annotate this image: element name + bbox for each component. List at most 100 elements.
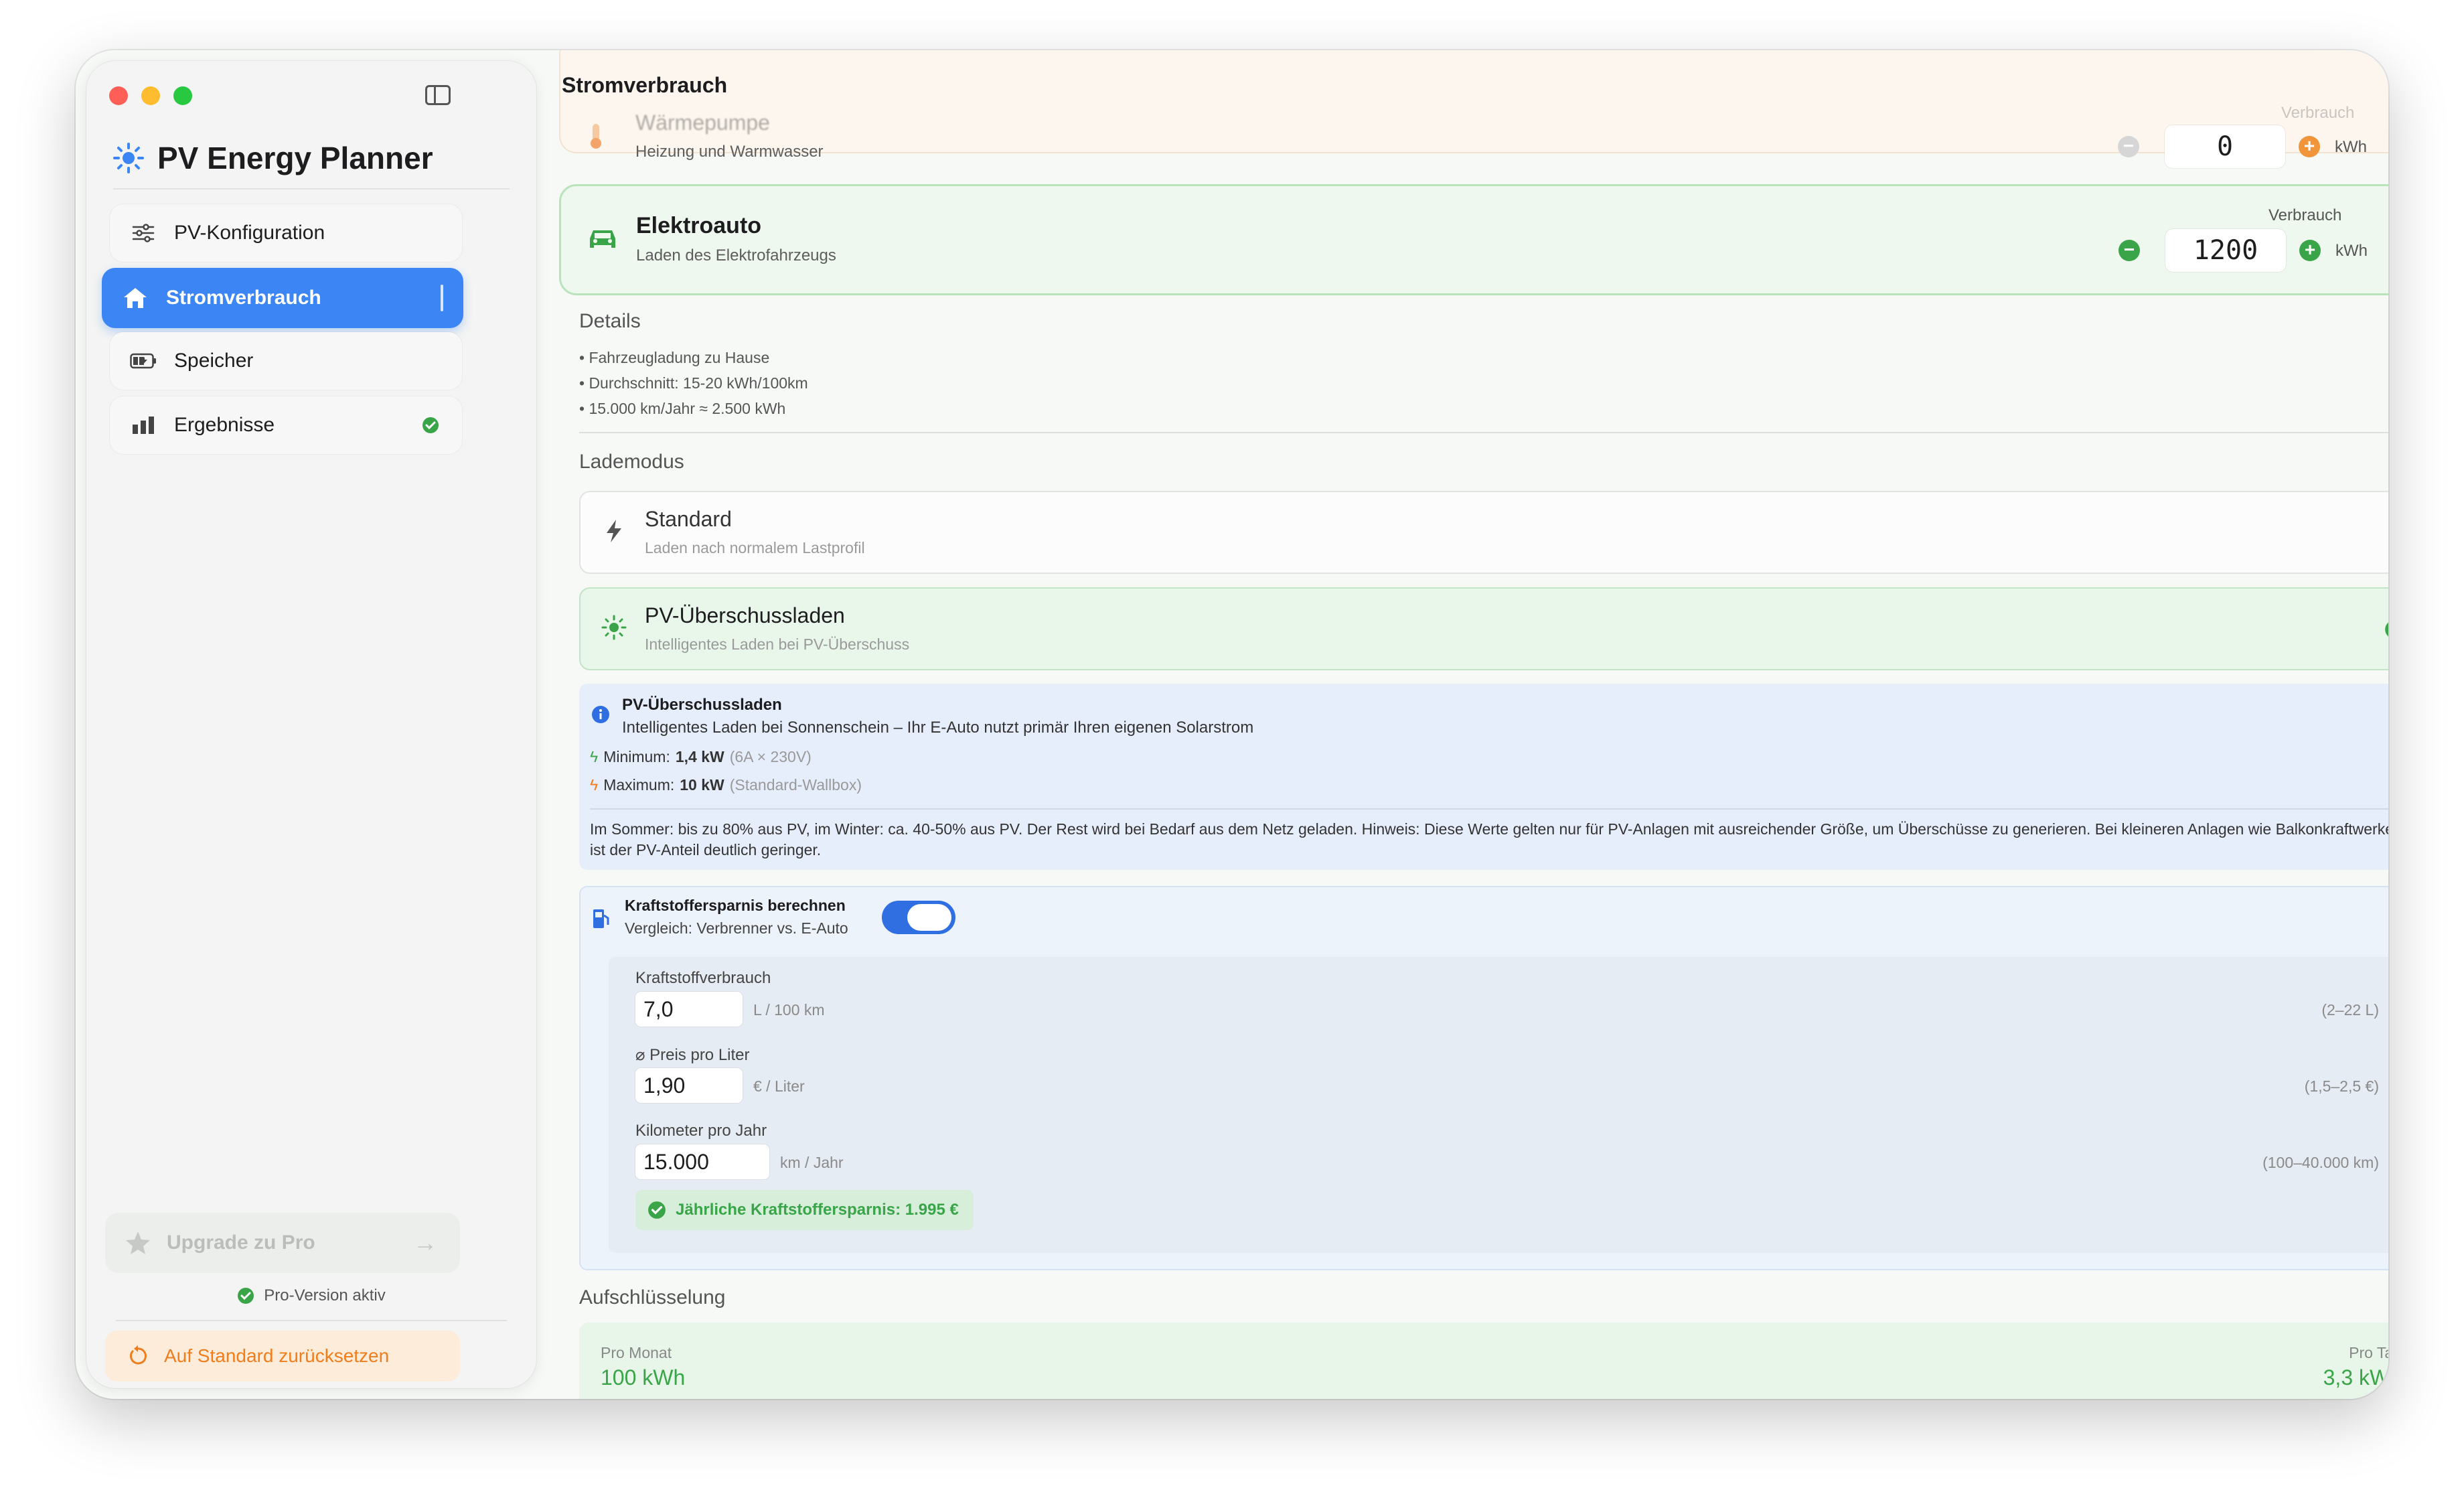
reset-icon <box>130 1345 147 1365</box>
breakdown-card: Pro Monat 100 kWh Pro Tag 3,3 kWh <box>579 1323 2388 1399</box>
divider <box>116 1320 507 1321</box>
main-content: Stromverbrauch Wärmepumpe Heizung und Wa… <box>544 50 2388 1399</box>
sidebar-item-ergebnisse[interactable]: Ergebnisse <box>110 396 462 454</box>
details-item: • 15.000 km/Jahr ≈ 2.500 kWh <box>579 400 786 417</box>
details-heading: Details <box>579 310 641 332</box>
sidebar-item-stromverbrauch[interactable]: Stromverbrauch <box>102 268 463 328</box>
km-per-year-range: (100–40.000 km) <box>2262 1154 2379 1171</box>
price-per-liter-range: (1,5–2,5 €) <box>2304 1077 2379 1095</box>
info-minimum-row: ϟ Minimum: 1,4 kW (6A × 230V) <box>590 748 812 766</box>
heatpump-decrement-button[interactable]: − <box>2118 136 2139 157</box>
heatpump-title: Wärmepumpe <box>635 110 770 135</box>
km-per-year-unit: km / Jahr <box>780 1154 844 1171</box>
sidebar-item-label: Ergebnisse <box>174 414 275 436</box>
per-day-value: 3,3 kWh <box>2323 1365 2388 1390</box>
ev-increment-button[interactable]: + <box>2299 240 2321 261</box>
charging-mode-standard-option[interactable]: Standard Laden nach normalem Lastprofil <box>579 491 2388 574</box>
app-header: PV Energy Planner <box>113 140 433 176</box>
app-window: PV Energy Planner PV-Konfiguration Strom… <box>76 50 2388 1399</box>
breakdown-heading: Aufschlüsselung <box>579 1286 726 1308</box>
info-paragraph: Im Sommer: bis zu 80% aus PV, im Winter:… <box>590 820 2388 858</box>
check-circle-icon <box>422 417 439 433</box>
fuel-inputs-panel: Kraftstoffverbrauch 7,0 L / 100 km (2–22… <box>609 957 2388 1253</box>
info-title: PV-Überschussladen <box>622 696 782 714</box>
km-per-year-label: Kilometer pro Jahr <box>635 1122 767 1140</box>
upgrade-button[interactable]: Upgrade zu Pro → <box>105 1213 460 1273</box>
details-list: • Fahrzeugladung zu Hause • Durchschnitt… <box>579 345 808 421</box>
divider <box>113 188 510 190</box>
fuel-subtitle: Vergleich: Verbrenner vs. E-Auto <box>625 919 848 937</box>
check-circle-icon <box>648 1201 666 1219</box>
fuel-pump-icon <box>593 909 609 928</box>
page-title: Stromverbrauch <box>562 73 728 97</box>
pro-status: Pro-Version aktiv <box>86 1286 536 1305</box>
upgrade-label: Upgrade zu Pro <box>167 1231 315 1254</box>
min-note: (6A × 230V) <box>729 748 812 765</box>
sliders-icon <box>130 222 157 244</box>
sidebar-item-label: PV-Konfiguration <box>174 222 325 244</box>
ev-card[interactable]: Elektroauto Laden des Elektrofahrzeugs V… <box>559 184 2388 295</box>
ev-unit: kWh <box>2335 242 2368 260</box>
heatpump-increment-button[interactable]: + <box>2299 136 2320 157</box>
pv-info-box: PV-Überschussladen Intelligentes Laden b… <box>579 684 2388 870</box>
ev-consumption-input[interactable]: 1200 <box>2165 229 2286 272</box>
mode-title: PV-Überschussladen <box>645 603 845 627</box>
bolt-icon <box>607 520 621 542</box>
house-icon <box>122 287 149 309</box>
heatpump-card[interactable]: Wärmepumpe Heizung und Warmwasser Verbra… <box>559 50 2388 168</box>
fuel-savings-toggle[interactable] <box>882 901 955 934</box>
pro-status-text: Pro-Version aktiv <box>264 1286 386 1304</box>
heatpump-consumption-input[interactable]: 0 <box>2165 125 2285 168</box>
sidebar-item-label: Speicher <box>174 350 254 372</box>
toggle-knob <box>907 904 951 931</box>
max-label: Maximum: <box>603 776 675 794</box>
reset-defaults-button[interactable]: Auf Standard zurücksetzen <box>105 1331 460 1381</box>
divider <box>590 808 2388 810</box>
sidebar-toggle-icon[interactable] <box>425 85 451 105</box>
zoom-window-button[interactable] <box>173 86 192 105</box>
divider <box>579 432 2388 433</box>
thermometer-icon <box>591 124 601 149</box>
sidebar: PV Energy Planner PV-Konfiguration Strom… <box>86 61 536 1388</box>
km-per-year-input[interactable]: 15.000 <box>635 1144 769 1179</box>
fuel-consumption-unit: L / 100 km <box>753 1001 825 1019</box>
sidebar-item-speicher[interactable]: Speicher <box>110 332 462 390</box>
charging-mode-pv-option[interactable]: PV-Überschussladen Intelligentes Laden b… <box>579 587 2388 670</box>
min-value: 1,4 kW <box>675 748 724 765</box>
per-month-label: Pro Monat <box>601 1344 672 1361</box>
check-circle-icon <box>2385 622 2388 637</box>
bolt-icon: ϟ <box>590 748 599 765</box>
annual-savings-text: Jährliche Kraftstoffersparnis: 1.995 € <box>676 1201 959 1219</box>
app-title: PV Energy Planner <box>157 141 433 175</box>
arrow-right-icon: → <box>413 1229 437 1256</box>
price-per-liter-label: ⌀ Preis pro Liter <box>635 1046 750 1064</box>
reset-label: Auf Standard zurücksetzen <box>164 1345 390 1366</box>
sun-icon <box>601 615 627 640</box>
charging-mode-heading: Lademodus <box>579 451 684 473</box>
fuel-consumption-input[interactable]: 7,0 <box>635 992 743 1027</box>
battery-icon <box>130 350 157 372</box>
ev-decrement-button[interactable]: − <box>2119 240 2140 261</box>
star-icon <box>126 1231 150 1254</box>
mode-subtitle: Laden nach normalem Lastprofil <box>645 539 865 556</box>
max-note: (Standard-Wallbox) <box>729 776 862 794</box>
close-window-button[interactable] <box>109 86 128 105</box>
price-per-liter-input[interactable]: 1,90 <box>635 1068 743 1103</box>
price-per-liter-unit: € / Liter <box>753 1077 805 1095</box>
fuel-consumption-range: (2–22 L) <box>2321 1001 2379 1019</box>
bolt-icon: ϟ <box>590 776 599 794</box>
check-circle-icon <box>238 1288 254 1304</box>
sidebar-item-pv-konfiguration[interactable]: PV-Konfiguration <box>110 204 462 262</box>
per-day-label: Pro Tag <box>2349 1344 2388 1361</box>
annual-savings-badge: Jährliche Kraftstoffersparnis: 1.995 € <box>635 1190 974 1230</box>
fuel-savings-box: Kraftstoffersparnis berechnen Vergleich:… <box>579 886 2388 1270</box>
mode-subtitle: Intelligentes Laden bei PV-Überschuss <box>645 635 910 653</box>
fuel-title: Kraftstoffersparnis berechnen <box>625 897 846 914</box>
info-subtitle: Intelligentes Laden bei Sonnenschein – I… <box>622 719 1254 737</box>
heatpump-subtitle: Heizung und Warmwasser <box>635 143 824 161</box>
mode-title: Standard <box>645 507 732 531</box>
ev-subtitle: Laden des Elektrofahrzeugs <box>636 246 836 265</box>
minimize-window-button[interactable] <box>141 86 160 105</box>
min-label: Minimum: <box>603 748 670 765</box>
selection-indicator <box>441 285 443 311</box>
